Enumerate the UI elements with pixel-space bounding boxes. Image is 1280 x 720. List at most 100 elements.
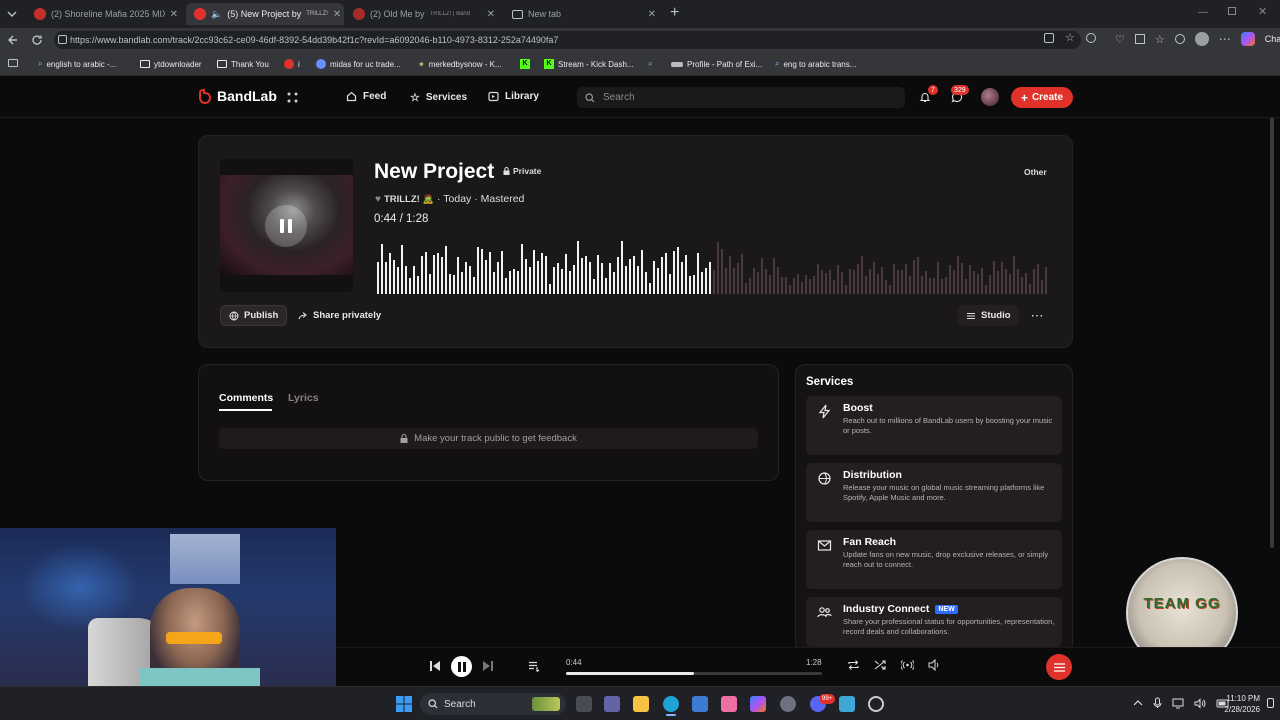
shuffle-icon[interactable] bbox=[874, 659, 887, 671]
repeat-icon[interactable] bbox=[847, 659, 860, 671]
waveform-bar bbox=[741, 254, 743, 294]
profile-avatar-icon[interactable] bbox=[1194, 32, 1209, 46]
service-industry-connect[interactable]: Industry Connect NEW Share your professi… bbox=[806, 597, 1062, 647]
store-icon[interactable] bbox=[692, 696, 708, 712]
browser-essentials-icon[interactable]: ♡ bbox=[1115, 33, 1125, 46]
chat-label[interactable]: Chat bbox=[1265, 34, 1280, 44]
more-menu-icon[interactable]: ⋯ bbox=[1219, 32, 1231, 46]
taskbar-clock[interactable]: 11:10 PM 2/28/2026 bbox=[1210, 693, 1260, 715]
chevron-up-icon[interactable] bbox=[1133, 699, 1143, 707]
broadcast-icon[interactable] bbox=[901, 659, 914, 671]
bookmark-item[interactable]: Profile - Path of Exi... bbox=[671, 57, 762, 71]
waveform-bar bbox=[429, 274, 431, 294]
browser-tab[interactable]: New tab ✕ bbox=[504, 3, 664, 25]
bookmark-item[interactable]: ytdownloader bbox=[140, 57, 202, 71]
bookmark-item[interactable]: ✶ merkedbysnow - K... bbox=[418, 57, 502, 71]
create-button[interactable]: + Create bbox=[1011, 87, 1073, 108]
favorites-icon[interactable]: ☆ bbox=[1155, 33, 1165, 46]
bookmark-item[interactable]: i bbox=[284, 57, 300, 71]
microphone-icon[interactable] bbox=[1153, 697, 1162, 709]
tab-close-icon[interactable]: ✕ bbox=[487, 9, 495, 20]
extensions-icon[interactable] bbox=[1085, 33, 1096, 43]
waveform-bar bbox=[537, 261, 539, 294]
app-icon[interactable] bbox=[868, 696, 884, 712]
bookmark-item[interactable]: K Stream - Kick Dash... bbox=[544, 57, 634, 71]
bandlab-logo[interactable]: BandLab bbox=[197, 88, 277, 104]
speaker-icon[interactable]: 🔈 bbox=[211, 9, 222, 20]
settings-gear-icon[interactable] bbox=[780, 696, 796, 712]
browser-tab-active[interactable]: 🔈 (5) New Project by TRILLZ! ✕ bbox=[186, 3, 344, 25]
bookmark-item[interactable]: midas for uc trade... bbox=[316, 57, 401, 71]
back-arrow-icon[interactable] bbox=[7, 34, 19, 46]
restore-icon[interactable] bbox=[1228, 7, 1236, 15]
tab-list-dropdown-icon[interactable] bbox=[6, 8, 18, 20]
tab-close-icon[interactable]: ✕ bbox=[648, 9, 656, 20]
studio-button[interactable]: Studio bbox=[958, 305, 1019, 326]
notepad-icon[interactable] bbox=[839, 696, 855, 712]
new-tab-plus-icon[interactable]: + bbox=[670, 4, 679, 22]
split-screen-icon[interactable] bbox=[1134, 34, 1145, 44]
queue-icon[interactable] bbox=[528, 661, 540, 672]
network-icon[interactable] bbox=[1172, 698, 1184, 709]
tab-close-icon[interactable]: ✕ bbox=[170, 9, 178, 20]
windows-start-icon[interactable] bbox=[396, 696, 412, 712]
favorite-star-icon[interactable]: ☆ bbox=[1065, 33, 1075, 44]
copilot-taskbar-icon[interactable] bbox=[750, 696, 766, 712]
history-icon[interactable] bbox=[1174, 34, 1185, 44]
bookmark-item[interactable]: Thank You bbox=[217, 57, 269, 71]
bookmark-label: english to arabic -... bbox=[46, 59, 117, 69]
scrollbar-thumb[interactable] bbox=[1270, 88, 1274, 548]
service-fan-reach[interactable]: Fan Reach Update fans on new music, drop… bbox=[806, 530, 1062, 589]
artist-link[interactable]: TRILLZ! bbox=[384, 194, 420, 205]
tab-lyrics[interactable]: Lyrics bbox=[288, 392, 319, 404]
waveform-bar bbox=[1041, 280, 1043, 294]
taskbar-search[interactable]: Search bbox=[420, 693, 566, 715]
bookmark-item[interactable]: ⌕ eng to arabic trans... bbox=[775, 57, 856, 71]
more-options-icon[interactable]: ⋯ bbox=[1026, 306, 1048, 326]
browser-tab[interactable]: (2) Old Me by TRILLZ! | Band ✕ bbox=[345, 3, 503, 25]
publish-button[interactable]: Publish bbox=[220, 305, 288, 326]
waveform-bar bbox=[457, 257, 459, 294]
edge-icon[interactable] bbox=[663, 696, 679, 712]
bookmark-item[interactable]: ⌕ english to arabic -... bbox=[38, 57, 116, 71]
site-search-input[interactable]: Search bbox=[577, 87, 905, 108]
tab-comments[interactable]: Comments bbox=[219, 392, 273, 404]
app-pink-icon[interactable] bbox=[721, 696, 737, 712]
previous-track-icon[interactable] bbox=[429, 660, 441, 672]
site-info-icon[interactable] bbox=[58, 35, 67, 44]
task-view-icon[interactable] bbox=[576, 696, 592, 712]
bookmarks-menu-icon[interactable] bbox=[8, 59, 18, 67]
service-distribution[interactable]: Distribution Release your music on globa… bbox=[806, 463, 1062, 522]
share-privately-button[interactable]: Share privately bbox=[290, 305, 389, 326]
minimize-icon[interactable]: — bbox=[1198, 7, 1208, 18]
file-explorer-icon[interactable] bbox=[633, 696, 649, 712]
browser-tab[interactable]: (2) Shoreline Mafia 2025 MIX Best ✕ bbox=[26, 3, 186, 25]
pause-button[interactable] bbox=[265, 205, 307, 247]
next-track-icon[interactable] bbox=[482, 660, 494, 672]
refresh-icon[interactable] bbox=[31, 34, 43, 46]
track-artwork[interactable] bbox=[220, 159, 353, 292]
player-pause-button[interactable] bbox=[451, 656, 472, 677]
service-boost[interactable]: Boost Reach out to millions of BandLab u… bbox=[806, 396, 1062, 455]
notification-center-icon[interactable] bbox=[1267, 698, 1274, 708]
waveform[interactable] bbox=[377, 232, 1049, 294]
app-available-icon[interactable] bbox=[1044, 33, 1054, 43]
url-input[interactable]: https://www.bandlab.com/track/2cc93c62-c… bbox=[54, 31, 1081, 49]
bookmark-item[interactable]: ⌕ bbox=[648, 57, 656, 71]
nav-services[interactable]: ☆ Services bbox=[410, 91, 467, 104]
privacy-label: Private bbox=[513, 166, 542, 176]
page-scrollbar[interactable] bbox=[1268, 78, 1276, 682]
tab-close-icon[interactable]: ✕ bbox=[333, 9, 341, 20]
volume-icon[interactable] bbox=[928, 659, 941, 671]
nav-library[interactable]: Library bbox=[488, 91, 539, 102]
speaker-icon[interactable] bbox=[1194, 697, 1206, 709]
user-avatar[interactable] bbox=[981, 88, 999, 106]
player-menu-button[interactable] bbox=[1046, 654, 1072, 680]
copilot-icon[interactable] bbox=[1240, 32, 1255, 46]
apps-grid-icon[interactable] bbox=[287, 92, 298, 103]
close-window-icon[interactable]: ✕ bbox=[1258, 5, 1267, 18]
player-progress-track[interactable] bbox=[566, 672, 822, 675]
bookmark-item[interactable]: K bbox=[520, 57, 534, 71]
nav-feed[interactable]: Feed bbox=[346, 91, 386, 102]
teams-icon[interactable] bbox=[604, 696, 620, 712]
